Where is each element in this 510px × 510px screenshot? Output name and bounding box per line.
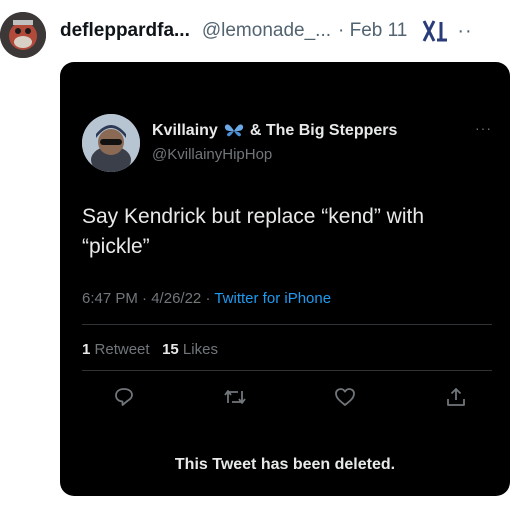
retweet-icon xyxy=(221,383,249,411)
retweet-label: Retweet xyxy=(94,341,150,358)
tweet-display-name: Kvillainy xyxy=(152,122,218,139)
like-icon xyxy=(331,383,359,411)
outer-avatar[interactable] xyxy=(0,12,46,58)
tweet-avatar xyxy=(82,114,140,172)
tweet-name-suffix: & The Big Steppers xyxy=(249,122,398,139)
author-handle[interactable]: @lemonade_... xyxy=(202,20,331,42)
tweet-author-handle: @KvillainyHipHop xyxy=(152,146,273,163)
reply-icon xyxy=(110,383,138,411)
tweet-author-name: Kvillainy & The Big Steppers xyxy=(152,122,397,140)
tweet-date: 4/26/22 xyxy=(151,290,202,307)
post-header: defleppardfa... @lemonade_... · Feb 11 ·… xyxy=(60,16,510,46)
more-options-button[interactable]: ·· xyxy=(457,20,472,43)
x-logo-icon xyxy=(421,18,449,44)
tweet-actions xyxy=(110,382,470,412)
tweet-time: 6:47 PM xyxy=(82,290,138,307)
post-date[interactable]: · Feb 11 xyxy=(338,20,407,42)
like-count: 15 xyxy=(162,341,179,358)
tweet-text: Say Kendrick but replace “kend” with “pi… xyxy=(82,205,424,258)
embedded-tweet-screenshot: Kvillainy & The Big Steppers @KvillainyH… xyxy=(60,62,510,496)
divider xyxy=(82,324,492,325)
divider xyxy=(82,370,492,371)
tweet-stats: 1 Retweet 15 Likes xyxy=(82,341,218,358)
share-icon xyxy=(442,383,470,411)
butterfly-icon xyxy=(224,123,244,139)
like-label: Likes xyxy=(182,341,218,358)
tweet-source: Twitter for iPhone xyxy=(214,290,332,307)
deleted-notice: This Tweet has been deleted. xyxy=(174,456,396,473)
tweet-more-icon: ··· xyxy=(475,120,492,136)
tweet-meta: 6:47 PM · 4/26/22 · Twitter for iPhone xyxy=(82,290,332,307)
author-name[interactable]: defleppardfa... xyxy=(60,20,190,42)
retweet-count: 1 xyxy=(82,341,91,358)
